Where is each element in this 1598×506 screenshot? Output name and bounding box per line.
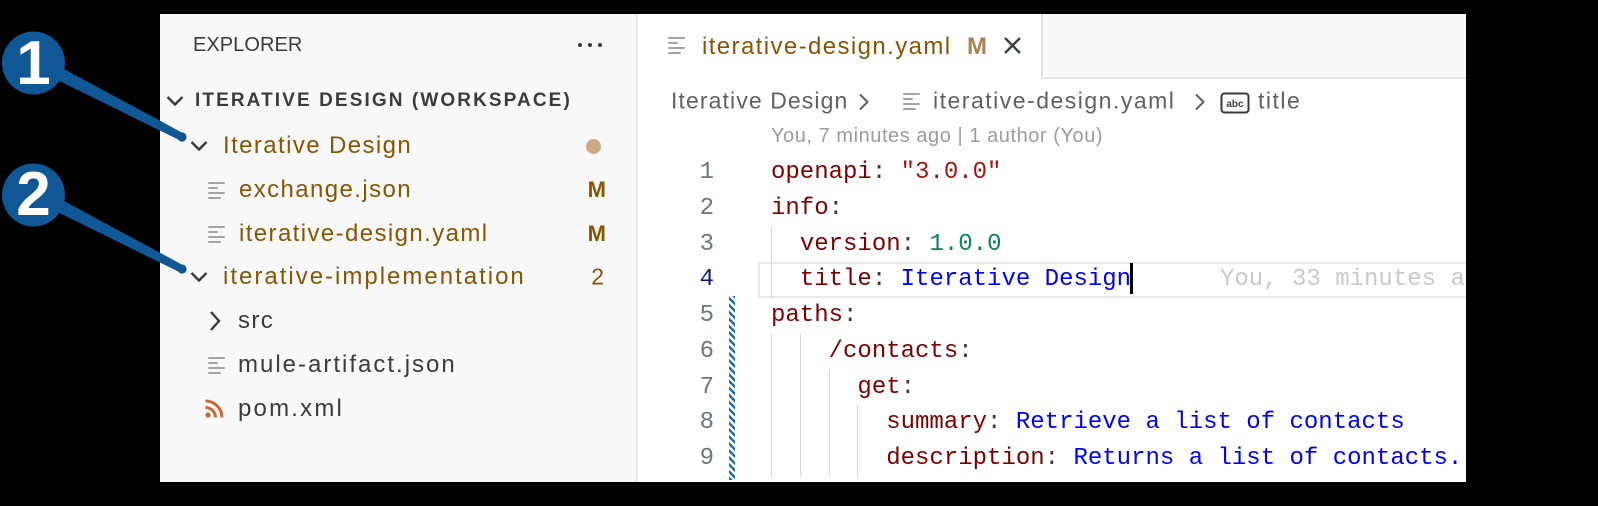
svg-text:abc: abc [1226,99,1244,110]
svg-text:1: 1 [16,29,50,98]
svg-text:2: 2 [16,160,50,229]
